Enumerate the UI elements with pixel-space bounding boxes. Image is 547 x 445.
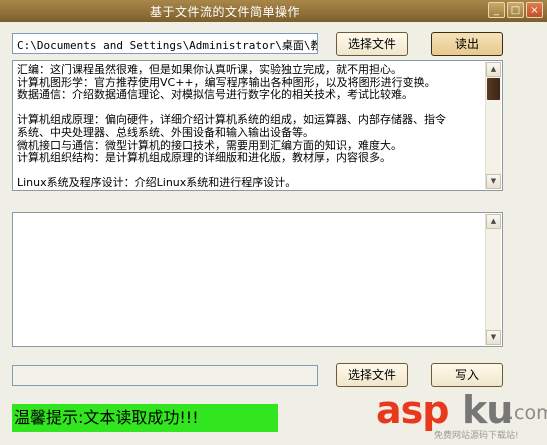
read-content-textbox[interactable]: 汇编：这门课程虽然很难，但是如果你认真听课，实验独立完成，就不用担心。 计算机图形…: [12, 60, 503, 191]
watermark-asp: asp: [376, 388, 449, 432]
scroll-thumb[interactable]: [487, 78, 500, 100]
content-line: Linux系统及程序设计：介绍Linux系统和进行程序设计。: [17, 176, 297, 187]
window-title: 基于文件流的文件简单操作: [150, 5, 301, 19]
select-file-button-bottom[interactable]: 选择文件: [336, 363, 408, 387]
scroll-down-icon[interactable]: ▼: [486, 174, 501, 189]
watermark-subtitle: 免费网站源码下载站!: [434, 431, 519, 441]
minimize-button[interactable]: _: [488, 2, 505, 18]
read-button[interactable]: 读出: [431, 32, 503, 56]
scroll-up-icon[interactable]: ▲: [486, 214, 501, 229]
scroll-down-icon[interactable]: ▼: [486, 330, 501, 345]
app-window: 基于文件流的文件简单操作 _ □ × C:\Documents and Sett…: [0, 0, 547, 445]
scroll-up-icon[interactable]: ▲: [486, 62, 501, 77]
read-content-text: 汇编：这门课程虽然很难，但是如果你认真听课，实验独立完成，就不用担心。 计算机图形…: [17, 64, 482, 187]
title-bar: 基于文件流的文件简单操作 _ □ ×: [0, 0, 547, 22]
watermark-ku: ku: [462, 388, 513, 432]
read-content-scrollbar[interactable]: ▲ ▼: [485, 62, 501, 189]
maximize-button[interactable]: □: [507, 2, 524, 18]
select-file-button-top[interactable]: 选择文件: [336, 32, 408, 56]
content-line: 计算机组织结构：是计算机组成原理的详细版和进化版，教材厚，内容很多。: [17, 151, 391, 165]
write-content-textbox[interactable]: ▲ ▼: [12, 212, 503, 347]
watermark-com: .com: [508, 402, 547, 424]
read-path-field[interactable]: C:\Documents and Settings\Administrator\…: [12, 33, 318, 54]
status-message: 温馨提示:文本读取成功!!!: [12, 404, 278, 432]
window-controls: _ □ ×: [488, 2, 543, 18]
write-button[interactable]: 写入: [431, 363, 503, 387]
write-path-field[interactable]: [12, 365, 318, 386]
content-line: 系统、中央处理器、总线系统、外围设备和输入输出设备等。: [17, 125, 314, 139]
content-line: 数据通信：介绍数据通信理论、对模拟信号进行数字化的相关技术，考试比较难。: [17, 88, 413, 102]
content-line: 汇编：这门课程虽然很难，但是如果你认真听课，实验独立完成，就不用担心。: [17, 64, 402, 76]
close-button[interactable]: ×: [526, 2, 543, 18]
write-content-scrollbar[interactable]: ▲ ▼: [485, 214, 501, 345]
